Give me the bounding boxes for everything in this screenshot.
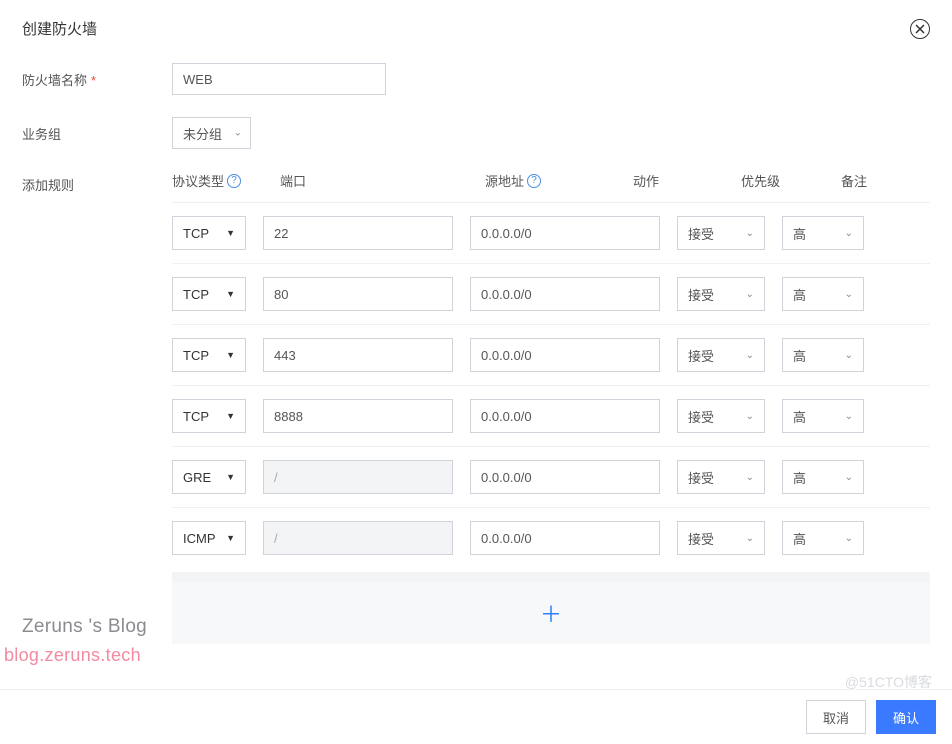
chevron-down-icon: ⌄ <box>746 350 754 361</box>
header-source: 源地址 ? <box>485 171 633 190</box>
protocol-select[interactable]: TCP▼ <box>172 216 246 250</box>
chevron-down-icon: ⌄ <box>845 533 853 544</box>
priority-select[interactable]: 高⌄ <box>782 399 864 433</box>
rules-table: 协议类型 ? 端口 源地址 ? 动作 优先级 备注 TCP▼ 接受⌄ 高⌄ TCP▼ 接… <box>172 171 930 644</box>
priority-select[interactable]: 高⌄ <box>782 521 864 555</box>
action-select[interactable]: 接受⌄ <box>677 216 765 250</box>
source-input[interactable] <box>470 399 660 433</box>
priority-select[interactable]: 高⌄ <box>782 277 864 311</box>
source-input[interactable] <box>470 277 660 311</box>
port-input <box>263 521 453 555</box>
business-group-select[interactable]: 未分组 ⌄ <box>172 117 251 149</box>
action-select[interactable]: 接受⌄ <box>677 521 765 555</box>
protocol-select[interactable]: TCP▼ <box>172 277 246 311</box>
chevron-down-icon: ⌄ <box>845 289 853 300</box>
cancel-button[interactable]: 取消 <box>806 700 866 734</box>
header-port: 端口 <box>280 171 485 190</box>
action-select[interactable]: 接受⌄ <box>677 399 765 433</box>
table-row: ICMP▼ 接受⌄ 高⌄ <box>172 507 930 568</box>
caret-down-icon: ▼ <box>226 533 235 543</box>
source-input[interactable] <box>470 338 660 372</box>
source-input[interactable] <box>470 216 660 250</box>
action-select[interactable]: 接受⌄ <box>677 460 765 494</box>
chevron-down-icon: ⌄ <box>746 472 754 483</box>
chevron-down-icon: ⌄ <box>845 228 853 239</box>
priority-select[interactable]: 高⌄ <box>782 338 864 372</box>
table-row: TCP▼ 接受⌄ 高⌄ <box>172 385 930 446</box>
caret-down-icon: ▼ <box>226 350 235 360</box>
horizontal-scrollbar[interactable] <box>172 572 930 582</box>
protocol-select[interactable]: GRE▼ <box>172 460 246 494</box>
chevron-down-icon: ⌄ <box>746 228 754 239</box>
caret-down-icon: ▼ <box>226 411 235 421</box>
header-priority: 优先级 <box>741 171 841 190</box>
firewall-name-label: 防火墙名称* <box>22 70 172 89</box>
chevron-down-icon: ⌄ <box>746 533 754 544</box>
confirm-button[interactable]: 确认 <box>876 700 936 734</box>
port-input[interactable] <box>263 216 453 250</box>
firewall-name-input[interactable] <box>172 63 386 95</box>
add-rules-label: 添加规则 <box>22 171 172 644</box>
close-icon <box>915 24 925 34</box>
watermark-text: blog.zeruns.tech <box>4 645 141 666</box>
caret-down-icon: ▼ <box>226 289 235 299</box>
business-group-label: 业务组 <box>22 124 172 143</box>
table-row: TCP▼ 接受⌄ 高⌄ <box>172 202 930 263</box>
priority-select[interactable]: 高⌄ <box>782 460 864 494</box>
port-input <box>263 460 453 494</box>
protocol-select[interactable]: ICMP▼ <box>172 521 246 555</box>
chevron-down-icon: ⌄ <box>234 128 242 139</box>
chevron-down-icon: ⌄ <box>746 289 754 300</box>
action-select[interactable]: 接受⌄ <box>677 338 765 372</box>
port-input[interactable] <box>263 277 453 311</box>
source-input[interactable] <box>470 460 660 494</box>
modal-title: 创建防火墙 <box>22 18 97 39</box>
priority-select[interactable]: 高⌄ <box>782 216 864 250</box>
caret-down-icon: ▼ <box>226 228 235 238</box>
protocol-select[interactable]: TCP▼ <box>172 338 246 372</box>
port-input[interactable] <box>263 399 453 433</box>
chevron-down-icon: ⌄ <box>845 350 853 361</box>
chevron-down-icon: ⌄ <box>845 411 853 422</box>
protocol-select[interactable]: TCP▼ <box>172 399 246 433</box>
header-protocol: 协议类型 ? <box>172 171 280 190</box>
table-row: GRE▼ 接受⌄ 高⌄ <box>172 446 930 507</box>
port-input[interactable] <box>263 338 453 372</box>
header-action: 动作 <box>633 171 741 190</box>
chevron-down-icon: ⌄ <box>845 472 853 483</box>
close-button[interactable] <box>910 19 930 39</box>
source-input[interactable] <box>470 521 660 555</box>
table-row: TCP▼ 接受⌄ 高⌄ <box>172 324 930 385</box>
add-rule-button[interactable]: ＋ <box>172 582 930 644</box>
chevron-down-icon: ⌄ <box>746 411 754 422</box>
caret-down-icon: ▼ <box>226 472 235 482</box>
header-remark: 备注 <box>841 171 911 190</box>
table-row: TCP▼ 接受⌄ 高⌄ <box>172 263 930 324</box>
help-icon[interactable]: ? <box>527 174 541 188</box>
action-select[interactable]: 接受⌄ <box>677 277 765 311</box>
help-icon[interactable]: ? <box>227 174 241 188</box>
